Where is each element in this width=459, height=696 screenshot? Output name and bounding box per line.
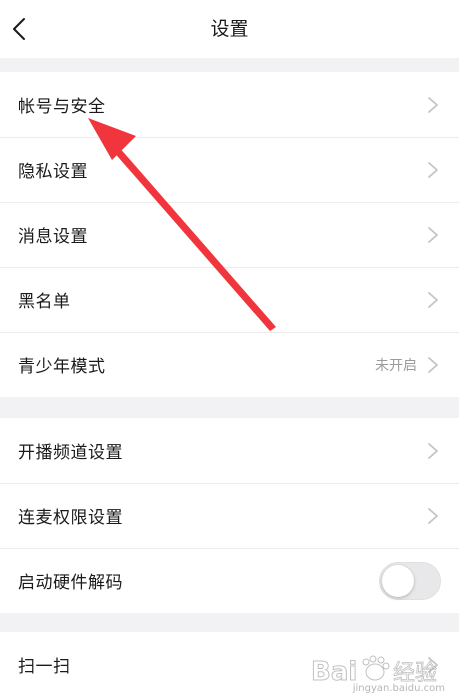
row-live-channel-settings[interactable]: 开播频道设置 xyxy=(0,418,459,483)
row-label: 青少年模式 xyxy=(18,357,106,377)
settings-screen: 设置 帐号与安全 隐私设置 消息设置 黑名单 青少年模式 未开启 开播频道设置 xyxy=(0,0,459,696)
nav-bar: 设置 xyxy=(0,0,459,58)
chevron-right-icon xyxy=(428,656,438,673)
row-mic-link-permission[interactable]: 连麦权限设置 xyxy=(0,483,459,548)
row-label: 连麦权限设置 xyxy=(18,508,123,528)
chevron-right-icon xyxy=(428,356,438,373)
row-label: 启动硬件解码 xyxy=(18,573,123,593)
row-label: 隐私设置 xyxy=(18,162,88,182)
settings-group-live: 开播频道设置 连麦权限设置 启动硬件解码 xyxy=(0,418,459,613)
toggle-knob xyxy=(382,564,414,597)
chevron-right-icon xyxy=(428,226,438,243)
row-account-security[interactable]: 帐号与安全 xyxy=(0,72,459,137)
chevron-right-icon xyxy=(428,291,438,308)
chevron-right-icon xyxy=(428,442,438,459)
row-label: 开播频道设置 xyxy=(18,443,123,463)
row-label: 扫一扫 xyxy=(18,657,71,677)
watermark-url: jingyan.baidu.com xyxy=(352,683,445,694)
row-message-settings[interactable]: 消息设置 xyxy=(0,202,459,267)
row-privacy-settings[interactable]: 隐私设置 xyxy=(0,137,459,202)
row-label: 帐号与安全 xyxy=(18,97,106,117)
row-label: 消息设置 xyxy=(18,227,88,247)
chevron-right-icon xyxy=(428,161,438,178)
row-teen-mode[interactable]: 青少年模式 未开启 xyxy=(0,332,459,397)
hardware-decoding-toggle[interactable] xyxy=(379,561,441,600)
chevron-right-icon xyxy=(428,96,438,113)
row-hardware-decoding: 启动硬件解码 xyxy=(0,548,459,613)
row-blacklist[interactable]: 黑名单 xyxy=(0,267,459,332)
teen-mode-status: 未开启 xyxy=(375,357,417,374)
settings-group-account: 帐号与安全 隐私设置 消息设置 黑名单 青少年模式 未开启 xyxy=(0,72,459,397)
row-label: 黑名单 xyxy=(18,292,71,312)
page-title: 设置 xyxy=(210,18,249,40)
chevron-right-icon xyxy=(428,507,438,524)
